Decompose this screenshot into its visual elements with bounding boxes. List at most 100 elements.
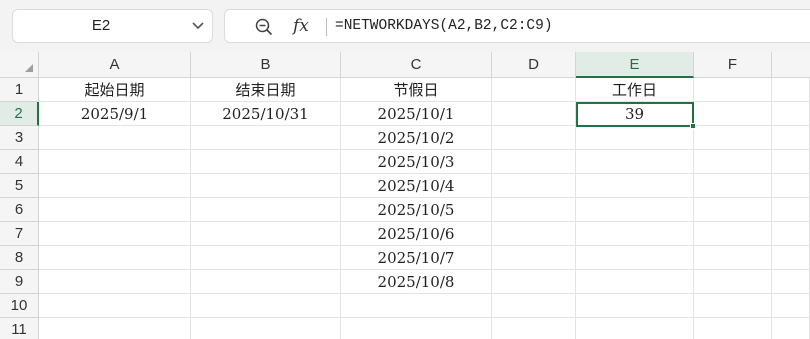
cell-f1[interactable] <box>694 78 772 102</box>
cell-c2[interactable]: 2025/10/1 <box>341 102 492 126</box>
cell-c1[interactable]: 节假日 <box>341 78 492 102</box>
column-header-b[interactable]: B <box>191 52 341 78</box>
cell-a3[interactable] <box>39 126 191 150</box>
cell-e2[interactable]: 39 <box>576 102 694 126</box>
row-header-8[interactable]: 8 <box>0 246 39 270</box>
row-header-9[interactable]: 9 <box>0 270 39 294</box>
cell-e5[interactable] <box>576 174 694 198</box>
cell-f7[interactable] <box>694 222 772 246</box>
cell-c6[interactable]: 2025/10/5 <box>341 198 492 222</box>
cell-c8[interactable]: 2025/10/7 <box>341 246 492 270</box>
cell-c11[interactable] <box>341 318 492 339</box>
cell-d9[interactable] <box>492 270 576 294</box>
row-header-4[interactable]: 4 <box>0 150 39 174</box>
cell-g3[interactable] <box>772 126 810 150</box>
cell-e3[interactable] <box>576 126 694 150</box>
cell-b4[interactable] <box>191 150 341 174</box>
cell-g2[interactable] <box>772 102 810 126</box>
cell-g8[interactable] <box>772 246 810 270</box>
cell-c9[interactable]: 2025/10/8 <box>341 270 492 294</box>
cell-e10[interactable] <box>576 294 694 318</box>
cell-g6[interactable] <box>772 198 810 222</box>
row-header-1[interactable]: 1 <box>0 78 39 102</box>
cell-d8[interactable] <box>492 246 576 270</box>
cell-d1[interactable] <box>492 78 576 102</box>
cell-b6[interactable] <box>191 198 341 222</box>
row-header-7[interactable]: 7 <box>0 222 39 246</box>
row-header-2[interactable]: 2 <box>0 102 39 126</box>
formula-input[interactable]: =NETWORKDAYS(A2,B2,C2:C9) <box>335 10 553 42</box>
cell-b11[interactable] <box>191 318 341 339</box>
cell-g11[interactable] <box>772 318 810 339</box>
column-header-g[interactable] <box>772 52 810 78</box>
column-header-e[interactable]: E <box>576 52 694 78</box>
cell-e7[interactable] <box>576 222 694 246</box>
cell-c5[interactable]: 2025/10/4 <box>341 174 492 198</box>
column-header-f[interactable]: F <box>694 52 772 78</box>
column-header-a[interactable]: A <box>39 52 191 78</box>
cell-a4[interactable] <box>39 150 191 174</box>
cell-f11[interactable] <box>694 318 772 339</box>
row-header-5[interactable]: 5 <box>0 174 39 198</box>
cell-f4[interactable] <box>694 150 772 174</box>
cell-c3[interactable]: 2025/10/2 <box>341 126 492 150</box>
cell-a6[interactable] <box>39 198 191 222</box>
cell-a7[interactable] <box>39 222 191 246</box>
cell-a2[interactable]: 2025/9/1 <box>39 102 191 126</box>
cell-f6[interactable] <box>694 198 772 222</box>
cell-g9[interactable] <box>772 270 810 294</box>
row-header-6[interactable]: 6 <box>0 198 39 222</box>
cell-c10[interactable] <box>341 294 492 318</box>
cell-a5[interactable] <box>39 174 191 198</box>
cell-a9[interactable] <box>39 270 191 294</box>
cell-d10[interactable] <box>492 294 576 318</box>
chevron-down-icon[interactable] <box>192 21 204 31</box>
cell-e4[interactable] <box>576 150 694 174</box>
cell-e6[interactable] <box>576 198 694 222</box>
cell-e11[interactable] <box>576 318 694 339</box>
cell-g10[interactable] <box>772 294 810 318</box>
cell-b5[interactable] <box>191 174 341 198</box>
cell-a8[interactable] <box>39 246 191 270</box>
column-header-d[interactable]: D <box>492 52 576 78</box>
cell-b10[interactable] <box>191 294 341 318</box>
cell-b8[interactable] <box>191 246 341 270</box>
cell-e8[interactable] <box>576 246 694 270</box>
cell-f3[interactable] <box>694 126 772 150</box>
cell-b3[interactable] <box>191 126 341 150</box>
formula-box[interactable]: fx =NETWORKDAYS(A2,B2,C2:C9) <box>224 9 810 43</box>
cell-d5[interactable] <box>492 174 576 198</box>
zoom-in-icon[interactable] <box>255 18 273 36</box>
cell-g7[interactable] <box>772 222 810 246</box>
row-header-10[interactable]: 10 <box>0 294 39 318</box>
row-header-11[interactable]: 11 <box>0 318 39 339</box>
cell-a10[interactable] <box>39 294 191 318</box>
cell-b1[interactable]: 结束日期 <box>191 78 341 102</box>
column-header-c[interactable]: C <box>341 52 492 78</box>
cell-f10[interactable] <box>694 294 772 318</box>
cell-g4[interactable] <box>772 150 810 174</box>
cell-f9[interactable] <box>694 270 772 294</box>
fx-icon[interactable]: fx <box>293 14 309 38</box>
select-all-corner[interactable] <box>0 52 39 78</box>
cell-f5[interactable] <box>694 174 772 198</box>
cell-d3[interactable] <box>492 126 576 150</box>
cell-d4[interactable] <box>492 150 576 174</box>
cell-c4[interactable]: 2025/10/3 <box>341 150 492 174</box>
name-box-value[interactable]: E2 <box>13 10 189 42</box>
name-box[interactable]: E2 <box>12 9 213 43</box>
cell-f8[interactable] <box>694 246 772 270</box>
cell-a1[interactable]: 起始日期 <box>39 78 191 102</box>
cell-c7[interactable]: 2025/10/6 <box>341 222 492 246</box>
cell-d2[interactable] <box>492 102 576 126</box>
row-header-3[interactable]: 3 <box>0 126 39 150</box>
cell-d7[interactable] <box>492 222 576 246</box>
cell-b9[interactable] <box>191 270 341 294</box>
cell-d11[interactable] <box>492 318 576 339</box>
cell-g1[interactable] <box>772 78 810 102</box>
cell-e1[interactable]: 工作日 <box>576 78 694 102</box>
cell-d6[interactable] <box>492 198 576 222</box>
cell-a11[interactable] <box>39 318 191 339</box>
cell-g5[interactable] <box>772 174 810 198</box>
cell-f2[interactable] <box>694 102 772 126</box>
